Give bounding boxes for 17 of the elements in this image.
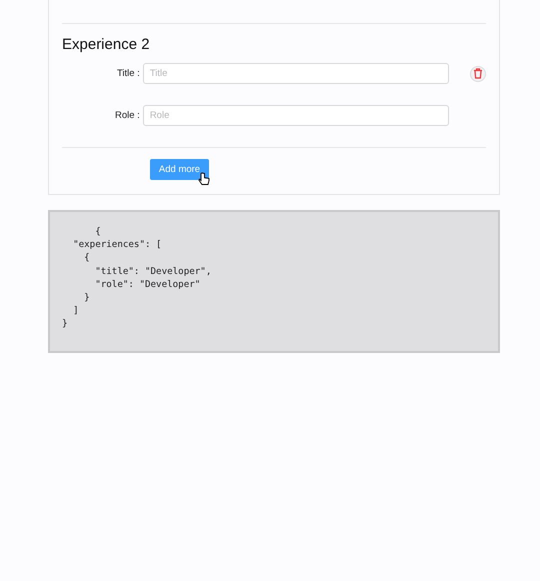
section-heading: Experience 2 [62, 36, 151, 53]
add-more-button[interactable]: Add more [150, 159, 209, 180]
code-line: "title": "Developer", [94, 264, 212, 278]
code-line: { [83, 251, 90, 265]
field-label: Role : [114, 110, 140, 121]
field-label: Title : [116, 68, 140, 79]
input-field[interactable]: Title [142, 63, 450, 84]
code-line: ] [72, 304, 79, 318]
trash-icon [473, 68, 483, 79]
hand-cursor-icon [198, 172, 210, 186]
delete-button[interactable] [470, 66, 486, 82]
code-line: } [83, 291, 90, 304]
code-line: } [62, 317, 68, 331]
code-line: "experiences": [ [72, 238, 162, 252]
input-field[interactable]: Role [142, 105, 450, 126]
code-line: { [94, 225, 101, 238]
code-line: "role": "Developer" [94, 278, 200, 292]
